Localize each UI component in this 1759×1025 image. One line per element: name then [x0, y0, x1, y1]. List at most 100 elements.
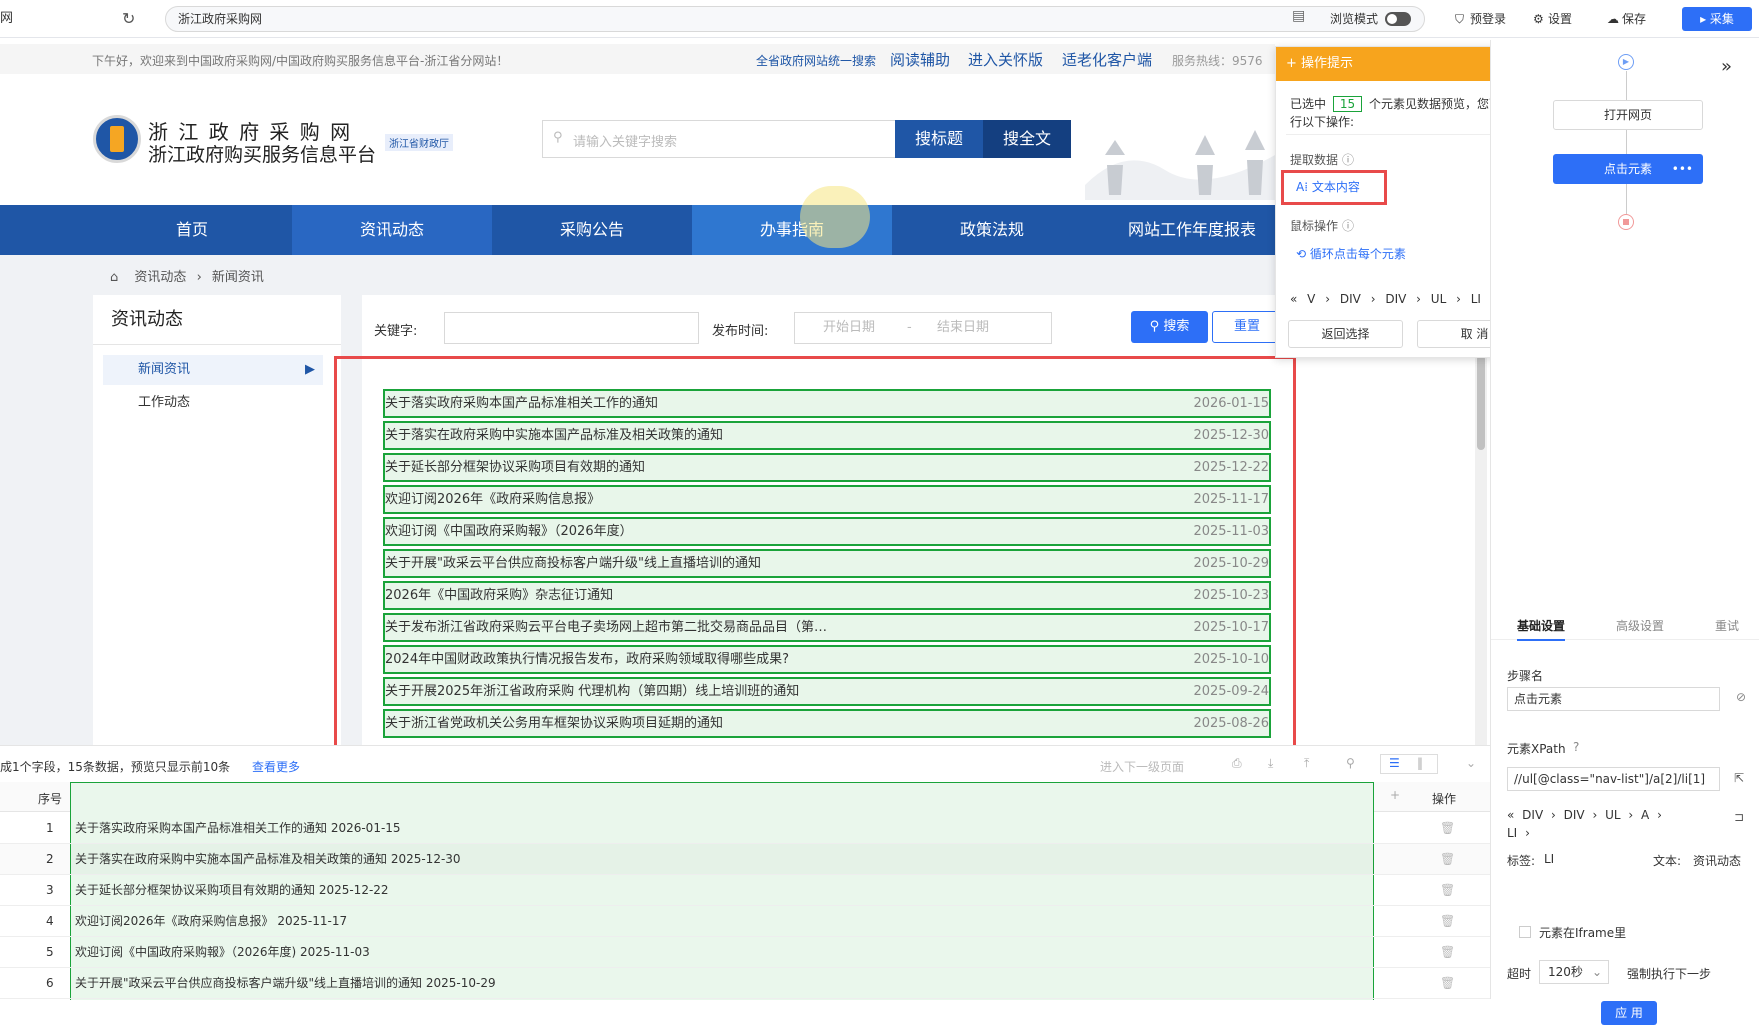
pagoda-decoration [1085, 130, 1275, 200]
link-reading-aid[interactable]: 阅读辅助 [890, 49, 950, 70]
table-row[interactable]: 5 欢迎订阅《中国政府采购報》（2026年度) 2025-11-03 🗑 [0, 937, 1490, 968]
step-click-element[interactable]: 点击元素 ••• [1553, 154, 1703, 184]
double-left-icon[interactable]: « [1290, 292, 1297, 306]
list-view-icon[interactable]: ☰ [1389, 756, 1400, 770]
export-icon[interactable]: ⎙ [1232, 756, 1242, 771]
address-bar[interactable]: 浙江政府采购网 [165, 6, 1425, 32]
list-search-label: 搜索 [1163, 319, 1190, 334]
step-name-input[interactable]: 点击元素 [1507, 687, 1720, 711]
back-select-button[interactable]: 返回选择 [1288, 320, 1403, 348]
pre-login-button[interactable]: 预登录 [1470, 10, 1506, 28]
path-div-1[interactable]: DIV [1340, 292, 1361, 306]
nav-news[interactable]: 资讯动态 [292, 205, 492, 255]
collect-button[interactable]: ▸ 采集 [1682, 7, 1752, 31]
iframe-checkbox[interactable] [1519, 926, 1531, 938]
xpath-li[interactable]: LI [1507, 826, 1517, 840]
row-value[interactable]: 关于落实政府采购本国产品标准相关工作的通知 2026-01-15 [75, 813, 1365, 843]
xpath-div-1[interactable]: DIV [1522, 808, 1543, 822]
reload-icon[interactable]: ↻ [122, 9, 135, 28]
end-node-icon [1618, 214, 1634, 230]
xpath-input[interactable]: //ul[@class="nav-list"]/a[2]/li[1] [1507, 767, 1720, 791]
side-item-work[interactable]: 工作动态 [103, 388, 323, 418]
save-button[interactable]: 保存 [1622, 10, 1646, 28]
trash-icon[interactable]: 🗑 [1440, 937, 1455, 967]
apply-button[interactable]: 应 用 [1601, 1001, 1657, 1025]
text-value: 资讯动态 [1693, 854, 1742, 868]
trash-icon[interactable]: 🗑 [1440, 906, 1455, 936]
side-item-news[interactable]: 新闻资讯 ▶ [103, 355, 323, 385]
text-content-option[interactable]: A⁞ 文本内容 [1281, 170, 1387, 205]
step-open-page[interactable]: 打开网页 [1553, 100, 1703, 130]
double-left-icon[interactable]: « [1507, 808, 1514, 822]
nav-home[interactable]: 首页 [92, 205, 292, 255]
settings-button[interactable]: 设置 [1548, 10, 1572, 28]
flow-panel: » ▶ 打开网页 点击元素 ••• 基础设置 高级设置 重试 步骤名 点击元素 … [1490, 40, 1759, 1025]
nav-policy[interactable]: 政策法规 [892, 205, 1092, 255]
tab-advanced[interactable]: 高级设置 [1616, 617, 1664, 634]
path-v[interactable]: V [1307, 292, 1315, 306]
reset-button[interactable]: 重置 [1212, 311, 1282, 343]
xpath-div-2[interactable]: DIV [1564, 808, 1585, 822]
add-column-icon[interactable]: + [1390, 788, 1400, 802]
tab-retry[interactable]: 重试 [1715, 617, 1739, 634]
site-search-input[interactable]: ⚲ 请输入关键字搜索 [542, 120, 896, 158]
row-value[interactable]: 关于落实在政府采购中实施本国产品标准及相关政策的通知 2025-12-30 [75, 844, 1365, 874]
link-elder-client[interactable]: 适老化客户端 [1062, 49, 1152, 70]
table-row[interactable]: 3 关于延长部分框架协议采购项目有效期的通知 2025-12-22 🗑 [0, 875, 1490, 906]
expand-icon[interactable]: ⊐ [1734, 810, 1744, 824]
trash-icon[interactable]: 🗑 [1440, 875, 1455, 905]
start-date[interactable]: 开始日期 [823, 313, 875, 343]
row-value[interactable]: 关于延长部分框架协议采购项目有效期的通知 2025-12-22 [75, 875, 1365, 905]
next-page-button[interactable]: 进入下一级页面 [1100, 758, 1184, 775]
xpath-ul[interactable]: UL [1605, 808, 1620, 822]
table-row[interactable]: 4 欢迎订阅2026年《政府采购信息报》 2025-11-17 🗑 [0, 906, 1490, 937]
page-icon[interactable]: ▤ [1292, 8, 1305, 24]
collapse-right-icon[interactable]: » [1721, 56, 1732, 77]
more-icon[interactable]: ••• [1672, 154, 1693, 184]
link-care-version[interactable]: 进入关怀版 [968, 49, 1043, 70]
list-search-button[interactable]: ⚲ 搜索 [1131, 311, 1208, 343]
keyword-input[interactable] [444, 312, 699, 344]
trash-icon[interactable]: 🗑 [1440, 813, 1455, 843]
preview-summary: 成1个字段，15条数据，预览只显示前10条 [0, 760, 231, 774]
search-all-link[interactable]: 全省政府网站统一搜索 [756, 52, 876, 69]
trash-icon[interactable]: 🗑 [1440, 844, 1455, 874]
edit-icon[interactable]: ⊘ [1736, 690, 1746, 704]
table-row[interactable]: 2 关于落实在政府采购中实施本国产品标准及相关政策的通知 2025-12-30 🗑 [0, 844, 1490, 875]
search-title-button[interactable]: 搜标题 [895, 120, 983, 158]
path-div-2[interactable]: DIV [1385, 292, 1406, 306]
page-scrollbar[interactable] [1475, 355, 1487, 745]
search-fulltext-button[interactable]: 搜全文 [983, 120, 1071, 158]
column-view-icon[interactable]: ‖ [1417, 756, 1423, 770]
table-row[interactable]: 1 关于落实政府采购本国产品标准相关工作的通知 2026-01-15 🗑 [0, 813, 1490, 844]
side-menu-title: 资讯动态 [93, 295, 341, 345]
download-icon[interactable]: ⤓ [1268, 756, 1273, 771]
upload-icon[interactable]: ⤒ [1304, 756, 1309, 771]
end-date[interactable]: 结束日期 [937, 313, 989, 343]
timeout-select[interactable]: 120秒 ⌄ [1539, 960, 1609, 984]
path-ul[interactable]: UL [1431, 292, 1446, 306]
view-more-link[interactable]: 查看更多 [252, 758, 300, 775]
date-range-input[interactable]: 开始日期 - 结束日期 [794, 312, 1052, 344]
table-row[interactable]: 6 关于开展"政采云平台供应商投标客户端升级"线上直播培训的通知 2025-10-… [0, 968, 1490, 999]
loop-click-option[interactable]: ⟲ 循环点击每个元素 [1296, 245, 1406, 262]
timeout-label: 超时 [1507, 967, 1532, 981]
nav-procurement[interactable]: 采购公告 [492, 205, 692, 255]
home-icon[interactable]: ⌂ [110, 270, 118, 285]
row-value[interactable]: 欢迎订阅《中国政府采购報》（2026年度) 2025-11-03 [75, 937, 1365, 967]
scrollbar-thumb[interactable] [1477, 355, 1485, 450]
browse-mode-toggle[interactable] [1385, 11, 1411, 26]
view-toggle[interactable]: ☰ ‖ [1380, 754, 1438, 774]
row-value[interactable]: 欢迎订阅2026年《政府采购信息报》 2025-11-17 [75, 906, 1365, 936]
nav-annual-report[interactable]: 网站工作年度报表 [1092, 205, 1292, 255]
row-value[interactable]: 关于开展"政采云平台供应商投标客户端升级"线上直播培训的通知 2025-10-2… [75, 968, 1365, 998]
path-li[interactable]: LI [1471, 292, 1481, 306]
locate-icon[interactable]: ⇱ [1734, 771, 1744, 785]
trash-icon[interactable]: 🗑 [1440, 968, 1455, 998]
filter-icon[interactable]: ⚲ [1346, 756, 1355, 770]
breadcrumb-news[interactable]: 资讯动态 [134, 270, 186, 285]
collapse-down-icon[interactable]: ⌄ [1466, 756, 1476, 770]
panel-title: 操作提示 [1301, 56, 1354, 71]
xpath-a[interactable]: A [1641, 808, 1649, 822]
tab-basic[interactable]: 基础设置 [1517, 617, 1566, 641]
